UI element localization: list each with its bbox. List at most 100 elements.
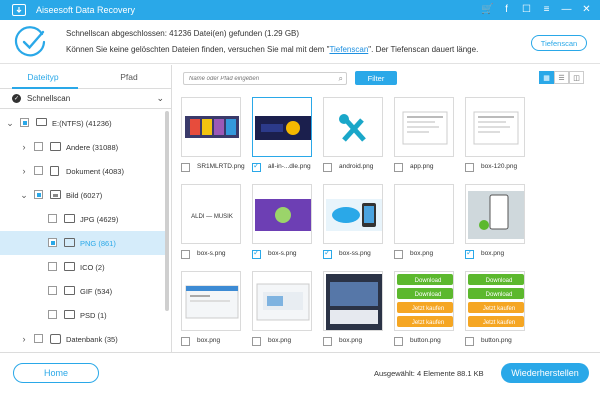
- tree-item[interactable]: PNG (861): [0, 231, 168, 255]
- deepscan-link[interactable]: Tiefenscan: [329, 45, 368, 54]
- tree-item[interactable]: › Dokument (4083): [0, 159, 168, 183]
- svg-text:Download: Download: [415, 292, 442, 298]
- tree-checkbox[interactable]: [48, 310, 57, 319]
- file-name: box-s.png: [268, 250, 297, 257]
- svg-text:Jetzt kaufen: Jetzt kaufen: [412, 306, 444, 312]
- deepscan-button[interactable]: Tiefenscan: [531, 35, 587, 51]
- title-bar: Aiseesoft Data Recovery 🛒 f ☐ ≡ — ✕: [0, 0, 600, 20]
- scan-mode-dropdown[interactable]: ✓ Schnellscan ⌄: [0, 89, 172, 109]
- file-name: box-120.png: [481, 163, 518, 170]
- file-thumbnail[interactable]: [252, 184, 312, 244]
- file-thumbnail[interactable]: [323, 97, 383, 157]
- tree-item[interactable]: › Datenbank (35): [0, 327, 168, 351]
- tree-checkbox[interactable]: [48, 238, 57, 247]
- file-grid: SR1MLRTD.png all-in-...dle.png android.png…: [180, 97, 600, 347]
- file-checkbox[interactable]: [252, 248, 261, 259]
- chevron-right-icon[interactable]: ›: [20, 142, 28, 152]
- file-thumbnail[interactable]: [465, 184, 525, 244]
- file-name: box.png: [197, 337, 221, 344]
- tree-item[interactable]: PSD (1): [0, 303, 168, 327]
- tree-item[interactable]: ⌄ E:(NTFS) (41236): [0, 111, 168, 135]
- file-name: all-in-...dle.png: [268, 163, 311, 170]
- recover-button[interactable]: Wiederherstellen: [501, 363, 589, 383]
- svg-text:Download: Download: [486, 292, 513, 298]
- search-icon[interactable]: ⌕: [339, 74, 343, 84]
- file-name: box.png: [410, 250, 434, 257]
- list-view-icon[interactable]: ☰: [554, 71, 569, 84]
- file-thumbnail[interactable]: [181, 97, 241, 157]
- grid-view-icon[interactable]: ▦: [539, 71, 554, 84]
- search-box[interactable]: ⌕: [183, 72, 347, 85]
- tab-pfad[interactable]: Pfad: [86, 65, 172, 88]
- sidebar-scrollbar[interactable]: [165, 111, 169, 311]
- file-checkbox[interactable]: [323, 337, 332, 346]
- search-input[interactable]: [189, 75, 329, 82]
- file-name: box.png: [339, 337, 363, 344]
- cart-icon[interactable]: 🛒: [481, 5, 493, 15]
- file-checkbox[interactable]: [181, 163, 190, 172]
- file-thumbnail[interactable]: [394, 184, 454, 244]
- deepscan-hint-text: Können Sie keine gelöschten Dateien find…: [66, 45, 478, 54]
- chevron-right-icon[interactable]: ›: [20, 166, 28, 176]
- chevron-down-icon[interactable]: ⌄: [156, 93, 164, 104]
- facebook-icon[interactable]: f: [501, 5, 512, 15]
- tree-item-label: Dokument (4083): [66, 166, 124, 176]
- tree-item-label: Datenbank (35): [66, 334, 118, 344]
- file-thumbnail[interactable]: [252, 97, 312, 157]
- tree-item-label: PSD (1): [80, 310, 107, 320]
- detail-view-icon[interactable]: ◫: [569, 71, 584, 84]
- titlebar-icons: 🛒 f ☐ ≡ — ✕: [481, 5, 592, 15]
- file-thumbnail[interactable]: [181, 271, 241, 331]
- file-thumbnail[interactable]: [465, 97, 525, 157]
- file-checkbox[interactable]: [181, 250, 190, 259]
- tree-checkbox[interactable]: [34, 142, 43, 151]
- file-checkbox[interactable]: [465, 163, 474, 172]
- file-checkbox[interactable]: [252, 337, 261, 346]
- image-icon: [50, 190, 61, 199]
- file-checkbox[interactable]: [181, 337, 190, 346]
- scan-mode-label: Schnellscan: [27, 94, 71, 103]
- file-thumbnail[interactable]: [394, 97, 454, 157]
- menu-icon[interactable]: ≡: [541, 5, 552, 15]
- file-thumbnail[interactable]: Download Download Jetzt kaufen Jetzt kaufen: [465, 271, 525, 331]
- document-icon: [50, 166, 59, 176]
- tree-item[interactable]: ICO (2): [0, 255, 168, 279]
- file-checkbox[interactable]: [465, 248, 474, 259]
- tree-checkbox[interactable]: [34, 166, 43, 175]
- chevron-down-icon[interactable]: ⌄: [6, 118, 14, 129]
- tree-item[interactable]: GIF (534): [0, 279, 168, 303]
- chat-icon[interactable]: ☐: [521, 5, 532, 15]
- file-thumbnail[interactable]: [252, 271, 312, 331]
- tree-item[interactable]: JPG (4629): [0, 207, 168, 231]
- file-checkbox[interactable]: [252, 161, 261, 172]
- filter-button[interactable]: Filter: [355, 71, 397, 85]
- close-icon[interactable]: ✕: [581, 5, 592, 15]
- tree-checkbox[interactable]: [34, 190, 43, 199]
- tree-checkbox[interactable]: [20, 118, 29, 127]
- file-checkbox[interactable]: [394, 250, 403, 259]
- tree-checkbox[interactable]: [48, 214, 57, 223]
- tree-checkbox[interactable]: [48, 262, 57, 271]
- file-checkbox[interactable]: [465, 337, 474, 346]
- tree-item[interactable]: ⌄ Bild (6027): [0, 183, 168, 207]
- file-name: app.png: [410, 163, 434, 170]
- tree-item[interactable]: › Andere (31088): [0, 135, 168, 159]
- file-name: box.png: [268, 337, 292, 344]
- chevron-right-icon[interactable]: ›: [20, 334, 28, 344]
- file-checkbox[interactable]: [394, 337, 403, 346]
- file-checkbox[interactable]: [323, 248, 332, 259]
- file-checkbox[interactable]: [323, 163, 332, 172]
- file-thumbnail[interactable]: [323, 271, 383, 331]
- file-thumbnail[interactable]: ALDI — MUSIK: [181, 184, 241, 244]
- file-thumbnail[interactable]: Download Download Jetzt kaufen Jetzt kaufen: [394, 271, 454, 331]
- drive-icon: [36, 118, 47, 126]
- tab-dateityp[interactable]: Dateityp: [0, 65, 86, 89]
- minimize-icon[interactable]: —: [561, 5, 572, 15]
- file-checkbox[interactable]: [394, 163, 403, 172]
- home-button[interactable]: Home: [13, 363, 99, 383]
- scan-complete-icon: [14, 26, 46, 57]
- tree-checkbox[interactable]: [48, 286, 57, 295]
- file-thumbnail[interactable]: [323, 184, 383, 244]
- chevron-down-icon[interactable]: ⌄: [20, 190, 28, 201]
- tree-checkbox[interactable]: [34, 334, 43, 343]
